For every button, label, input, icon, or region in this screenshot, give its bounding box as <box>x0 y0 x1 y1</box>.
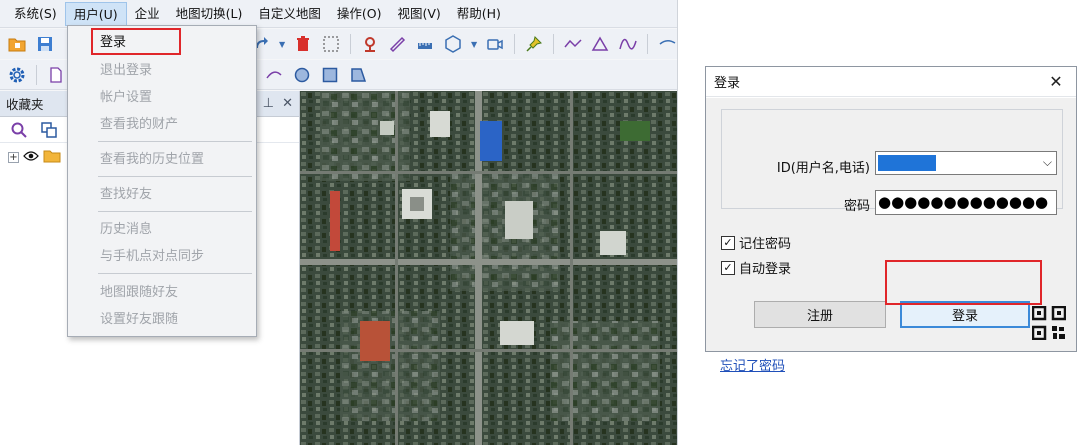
login-button[interactable]: 登录 <box>900 301 1030 328</box>
menu-item-message-history[interactable]: 历史消息 <box>68 217 256 243</box>
area-ruler-icon[interactable] <box>414 33 436 55</box>
expand-toggle[interactable]: + <box>8 152 19 163</box>
id-value-selected <box>878 155 936 171</box>
auto-login-label: 自动登录 <box>739 262 792 277</box>
menu-bar: 系统(S) 用户(U) 企业 地图切换(L) 自定义地图 操作(O) 视图(V)… <box>0 0 677 28</box>
menu-item-location-history[interactable]: 查看我的历史位置 <box>68 147 256 173</box>
menu-item-phone-sync[interactable]: 与手机点对点同步 <box>68 244 256 270</box>
login-highlight-box <box>91 28 181 55</box>
circle-fill-icon[interactable] <box>291 64 313 86</box>
ellipse-shape-icon[interactable] <box>263 64 285 86</box>
place-marker-icon[interactable] <box>359 33 381 55</box>
satellite-map-view[interactable] <box>300 91 677 445</box>
toolbar-separator <box>647 34 649 54</box>
register-button[interactable]: 注册 <box>754 301 886 328</box>
search-icon[interactable] <box>8 119 30 141</box>
settings-gear-icon[interactable] <box>6 64 28 86</box>
toolbar-separator <box>36 64 37 85</box>
login-button-highlight-box <box>885 260 1042 305</box>
auto-login-row[interactable]: ✓ 自动登录 <box>721 258 791 277</box>
shape-dropdown-icon[interactable]: ▼ <box>470 33 478 55</box>
save-icon[interactable] <box>34 33 56 55</box>
menu-system[interactable]: 系统(S) <box>6 2 65 26</box>
menu-item-view-assets[interactable]: 查看我的财产 <box>68 112 256 138</box>
remember-password-row[interactable]: ✓ 记住密码 <box>721 233 791 252</box>
curve-icon[interactable] <box>617 33 639 55</box>
camera-icon[interactable] <box>484 33 506 55</box>
menu-item-logout[interactable]: 退出登录 <box>68 58 256 84</box>
menu-separator <box>98 211 252 212</box>
pin-icon[interactable]: ⊥ <box>263 96 274 111</box>
open-folder-icon[interactable] <box>6 33 28 55</box>
menu-item-set-friend-follow[interactable]: 设置好友跟随 <box>68 307 256 333</box>
folder-icon[interactable] <box>43 149 61 166</box>
arc-icon[interactable] <box>656 33 677 55</box>
id-label: ID(用户名,电话) <box>776 161 870 176</box>
measure-ruler-icon[interactable] <box>387 33 409 55</box>
qr-code-icon[interactable] <box>1032 306 1066 340</box>
dialog-body: ID(用户名,电话) ⌵ 密码 ●●●●●●●●●●●●● ✓ 记住密码 ✓ 自… <box>706 98 1076 374</box>
menu-view[interactable]: 视图(V) <box>389 2 448 26</box>
document-icon[interactable] <box>45 64 67 86</box>
map-application-window: 系统(S) 用户(U) 企业 地图切换(L) 自定义地图 操作(O) 视图(V)… <box>0 0 678 445</box>
remember-password-label: 记住密码 <box>739 237 792 252</box>
polygon-fill-icon[interactable] <box>347 64 369 86</box>
dialog-titlebar: 登录 ✕ <box>706 67 1076 97</box>
close-icon[interactable]: ✕ <box>282 96 293 111</box>
redo-dropdown-icon[interactable]: ▼ <box>278 33 286 55</box>
menu-separator <box>98 141 252 142</box>
dialog-title: 登录 <box>714 76 741 91</box>
menu-item-find-friends[interactable]: 查找好友 <box>68 182 256 208</box>
menu-enterprise[interactable]: 企业 <box>127 2 168 26</box>
menu-custom-map[interactable]: 自定义地图 <box>250 2 329 26</box>
menu-separator <box>98 273 252 274</box>
toolbar-separator <box>513 34 515 54</box>
close-icon[interactable]: ✕ <box>1036 68 1076 96</box>
triangle-icon[interactable] <box>589 33 611 55</box>
remember-password-checkbox[interactable]: ✓ <box>721 235 735 250</box>
hexagon-shape-icon[interactable] <box>442 33 464 55</box>
toolbar-separator <box>552 34 554 54</box>
login-dialog: 登录 ✕ ID(用户名,电话) ⌵ 密码 ●●●●●●●●●●●●● ✓ 记住密… <box>705 66 1077 374</box>
menu-operation[interactable]: 操作(O) <box>329 2 390 26</box>
menu-separator <box>98 176 252 177</box>
polyline-icon[interactable] <box>562 33 584 55</box>
menu-item-account-settings[interactable]: 帐户设置 <box>68 85 256 111</box>
menu-help[interactable]: 帮助(H) <box>449 2 509 26</box>
forgot-password-link[interactable]: 忘记了密码 <box>720 355 785 374</box>
id-combobox[interactable]: ⌵ <box>875 151 1057 175</box>
select-box-icon[interactable] <box>320 33 342 55</box>
menu-map-switch[interactable]: 地图切换(L) <box>168 2 251 26</box>
satellite-map-image <box>300 91 677 445</box>
visibility-eye-icon[interactable] <box>23 150 39 165</box>
pushpin-icon[interactable] <box>523 33 545 55</box>
password-label: 密码 <box>843 199 870 214</box>
chevron-down-icon[interactable]: ⌵ <box>1043 155 1052 170</box>
delete-icon[interactable] <box>292 33 314 55</box>
square-fill-icon[interactable] <box>319 64 341 86</box>
menu-item-follow-friend[interactable]: 地图跟随好友 <box>68 280 256 306</box>
password-field[interactable]: ●●●●●●●●●●●●● <box>875 190 1057 215</box>
toolbar-separator <box>349 34 351 54</box>
copy-icon[interactable] <box>38 119 60 141</box>
menu-user[interactable]: 用户(U) <box>64 1 127 26</box>
auto-login-checkbox[interactable]: ✓ <box>721 260 735 275</box>
user-dropdown-menu: 登录 退出登录 帐户设置 查看我的财产 查看我的历史位置 查找好友 历史消息 与… <box>67 25 257 337</box>
